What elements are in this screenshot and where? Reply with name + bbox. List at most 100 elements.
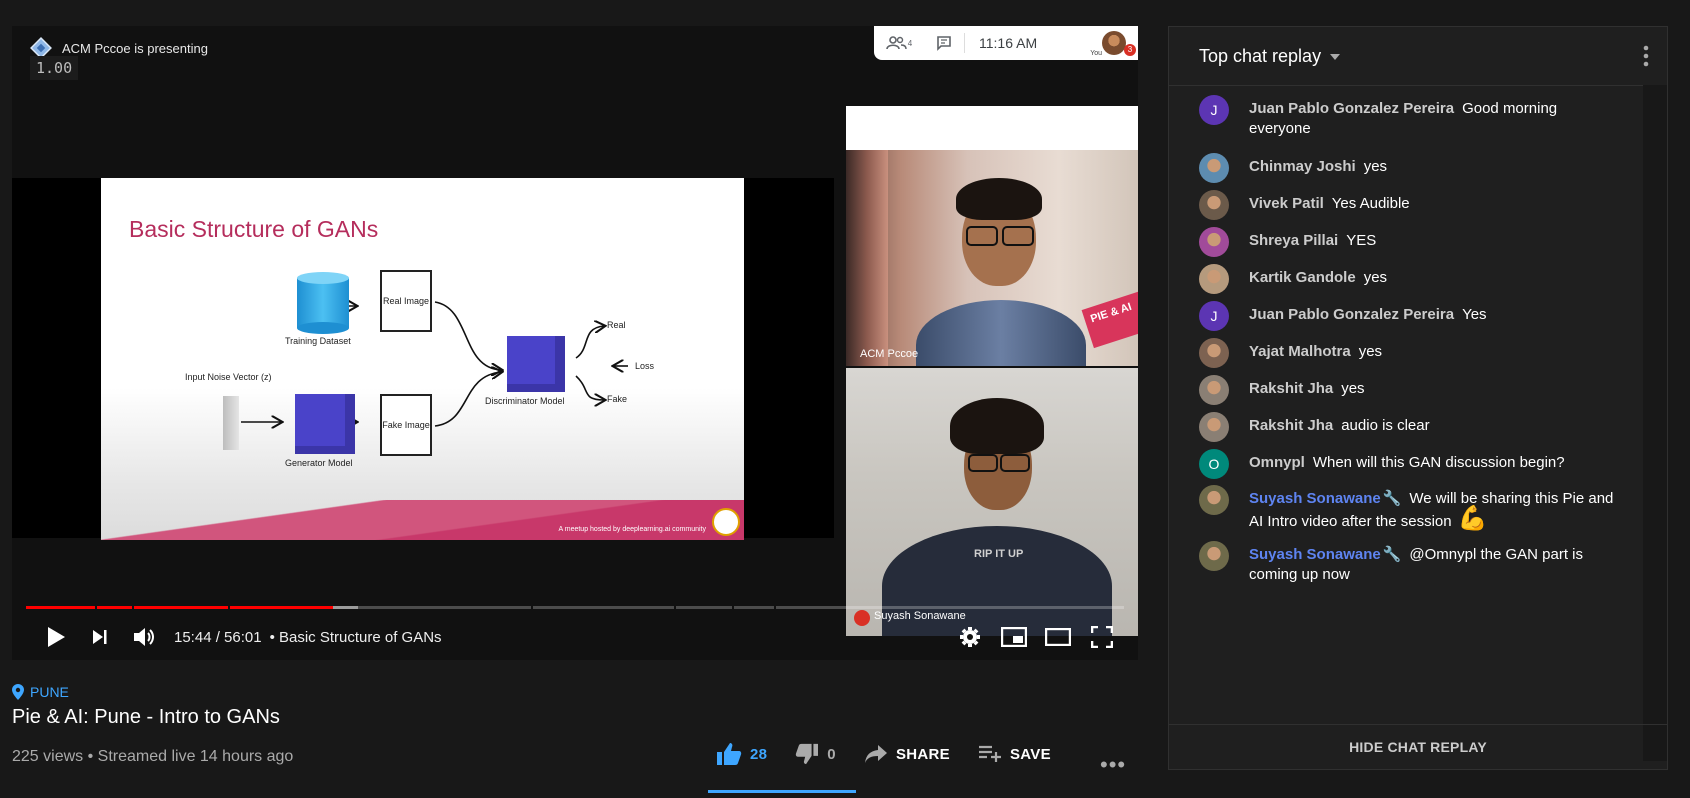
share-icon: [864, 745, 887, 763]
chat-author[interactable]: Suyash Sonawane: [1249, 490, 1381, 507]
chat-message: Chinmay Joshi yes: [1199, 153, 1619, 183]
chat-avatar[interactable]: [1199, 485, 1229, 515]
chat-header: Top chat replay: [1169, 27, 1667, 86]
chat-author[interactable]: Yajat Malhotra: [1249, 343, 1351, 360]
chat-text: When will this GAN discussion begin?: [1312, 454, 1565, 471]
volume-icon[interactable]: [122, 617, 166, 657]
chat-author[interactable]: Omnypl: [1249, 454, 1305, 471]
save-button[interactable]: SAVE: [978, 745, 1051, 763]
moderator-wrench-icon: 🔧: [1382, 490, 1402, 507]
chat-message: Rakshit Jha audio is clear: [1199, 412, 1619, 442]
save-label: SAVE: [1009, 745, 1051, 763]
chat-message-body: Rakshit Jha yes: [1249, 375, 1365, 405]
chat-author[interactable]: Suyash Sonawane: [1249, 546, 1381, 563]
like-button[interactable]: 28: [716, 742, 767, 766]
chat-author[interactable]: Rakshit Jha: [1249, 380, 1333, 397]
chat-avatar[interactable]: [1199, 338, 1229, 368]
chat-avatar[interactable]: [1199, 412, 1229, 442]
participants-icon[interactable]: 4: [874, 35, 924, 51]
chat-message-body: Suyash Sonawane 🔧 We will be sharing this …: [1249, 485, 1619, 532]
presenting-text: ACM Pccoe is presenting: [62, 40, 208, 56]
box-fake-image: Fake Image: [380, 394, 432, 456]
video-player[interactable]: Basic Structure of GANs Training Dataset…: [12, 26, 1138, 660]
chat-text: audio is clear: [1341, 417, 1430, 434]
playlist-add-icon: [978, 745, 1001, 762]
user-avatar[interactable]: [1102, 31, 1126, 55]
theater-mode-icon[interactable]: [1036, 617, 1080, 657]
chat-author[interactable]: Vivek Patil: [1249, 195, 1324, 212]
chat-author[interactable]: Juan Pablo Gonzalez Pereira: [1249, 306, 1454, 323]
slide-footer-text: A meetup hosted by deeplearning.ai commu…: [558, 526, 706, 533]
chat-avatar[interactable]: O: [1199, 449, 1229, 479]
chat-scrollbar[interactable]: [1643, 85, 1667, 761]
chat-text: yes: [1363, 158, 1388, 175]
chat-author[interactable]: Shreya Pillai: [1249, 232, 1338, 249]
speed-overlay: 1.00: [30, 56, 79, 80]
chat-avatar[interactable]: J: [1199, 95, 1229, 125]
meet-divider: [964, 33, 965, 53]
chat-avatar[interactable]: [1199, 375, 1229, 405]
miniplayer-icon[interactable]: [992, 617, 1036, 657]
thumbs-down-icon: [796, 743, 819, 765]
chat-message-body: Juan Pablo Gonzalez Pereira Yes: [1249, 301, 1487, 331]
chat-message-body: Yajat Malhotra yes: [1249, 338, 1382, 368]
chat-message-body: Rakshit Jha audio is clear: [1249, 412, 1430, 442]
glasses-right-2: [1000, 454, 1030, 472]
progress-bar[interactable]: [26, 606, 1124, 609]
chat-avatar[interactable]: [1199, 264, 1229, 294]
chat-avatar[interactable]: [1199, 190, 1229, 220]
notification-badge: 3: [1124, 44, 1136, 56]
chat-avatar[interactable]: J: [1199, 301, 1229, 331]
chat-author[interactable]: Kartik Gandole: [1249, 269, 1356, 286]
time-display: 15:44 / 56:01: [174, 628, 262, 646]
fullscreen-icon[interactable]: [1080, 617, 1124, 657]
meet-time: 11:16 AM: [979, 35, 1038, 51]
chat-text: Yes Audible: [1331, 195, 1410, 212]
chat-message-body: Chinmay Joshi yes: [1249, 153, 1387, 183]
chat-text: yes: [1341, 380, 1365, 397]
chat-author[interactable]: Rakshit Jha: [1249, 417, 1333, 434]
chat-message: Vivek Patil Yes Audible: [1199, 190, 1619, 220]
pie-logo: [712, 508, 740, 536]
chapter-marker: [774, 606, 776, 609]
settings-gear-icon[interactable]: [948, 617, 992, 657]
chat-avatar[interactable]: [1199, 227, 1229, 257]
camera-panel: PIE & AI ACM Pccoe: [846, 106, 1138, 366]
dislike-button[interactable]: 0: [795, 743, 836, 765]
you-label: You: [1090, 50, 1102, 57]
chat-mode-dropdown[interactable]: Top chat replay: [1199, 46, 1341, 67]
chat-avatar[interactable]: [1199, 153, 1229, 183]
label-loss: Loss: [635, 361, 655, 371]
chat-author[interactable]: Chinmay Joshi: [1249, 158, 1356, 175]
chat-author[interactable]: Juan Pablo Gonzalez Pereira: [1249, 100, 1454, 117]
share-label: SHARE: [895, 745, 950, 763]
discriminator-cube: [507, 336, 565, 392]
chat-message-body: Juan Pablo Gonzalez Pereira Good morning …: [1249, 95, 1619, 139]
video-title: Pie & AI: Pune - Intro to GANs: [12, 706, 280, 728]
chapter-marker: [95, 606, 97, 609]
chat-message-body: Shreya Pillai YES: [1249, 227, 1376, 257]
chat-avatar[interactable]: [1199, 541, 1229, 571]
person-2-hair: [950, 398, 1044, 454]
person-1-hair: [956, 178, 1042, 220]
like-count: 28: [750, 745, 768, 763]
chat-message-body: Omnypl When will this GAN discussion begi…: [1249, 449, 1565, 479]
hide-chat-replay-button[interactable]: HIDE CHAT REPLAY: [1169, 724, 1667, 769]
gan-diagram-arrows: [241, 178, 628, 540]
chapter-title[interactable]: • Basic Structure of GANs: [270, 629, 442, 646]
glasses-left-2: [968, 454, 998, 472]
glasses-right: [1002, 226, 1034, 246]
chat-message: Yajat Malhotra yes: [1199, 338, 1619, 368]
camera-feed-1: PIE & AI ACM Pccoe: [846, 150, 1138, 366]
share-button[interactable]: SHARE: [864, 744, 950, 764]
chat-message-body: Kartik Gandole yes: [1249, 264, 1387, 294]
kebab-menu-icon[interactable]: [1643, 45, 1649, 67]
label-input-noise: Input Noise Vector (z): [185, 372, 272, 382]
location-tag[interactable]: PUNE: [12, 684, 69, 700]
more-actions-button[interactable]: •••: [1100, 752, 1126, 778]
play-icon[interactable]: [34, 617, 78, 657]
chapter-marker: [674, 606, 676, 609]
next-icon[interactable]: [78, 617, 122, 657]
meet-controls: 4 11:16 AM You 3: [874, 26, 1138, 60]
chat-bubble-icon[interactable]: [924, 35, 964, 51]
